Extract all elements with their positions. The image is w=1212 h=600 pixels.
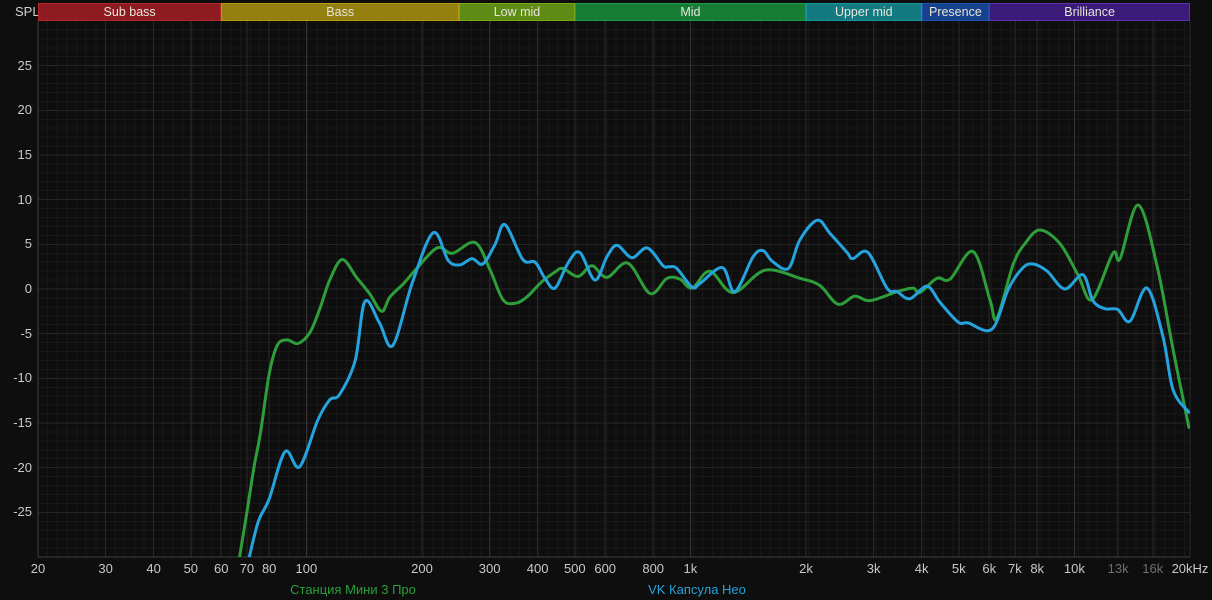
band-upper-mid: Upper mid bbox=[806, 3, 922, 21]
x-tick-label: 13k bbox=[1107, 561, 1129, 576]
plot-area[interactable] bbox=[0, 0, 1212, 600]
x-tick-label: 50 bbox=[183, 561, 199, 576]
x-tick-label: 500 bbox=[563, 561, 586, 576]
band-presence: Presence bbox=[921, 3, 990, 21]
x-tick-label: 300 bbox=[478, 561, 501, 576]
x-tick-label: 20 bbox=[30, 561, 46, 576]
x-tick-label: 30 bbox=[98, 561, 113, 576]
x-tick-label: 1k bbox=[683, 561, 698, 576]
x-tick-label: 8k bbox=[1030, 561, 1045, 576]
y-tick-label: 15 bbox=[17, 147, 32, 162]
x-tick-label: 2k bbox=[799, 561, 813, 576]
legend-item-stantsiya-mini-3-pro[interactable]: Станция Мини 3 Про bbox=[290, 582, 416, 597]
y-tick-label: -15 bbox=[13, 415, 32, 430]
x-tick-label: 400 bbox=[526, 561, 549, 576]
y-tick-label: -25 bbox=[13, 504, 32, 520]
band-low-mid: Low mid bbox=[459, 3, 575, 21]
band-bass: Bass bbox=[221, 3, 460, 21]
y-tick-label: -5 bbox=[20, 325, 32, 341]
band-sub-bass: Sub bass bbox=[38, 3, 222, 21]
x-tick-label: 3k bbox=[866, 561, 881, 576]
x-tick-label: 4k bbox=[914, 561, 929, 576]
x-tick-label: 40 bbox=[146, 561, 161, 576]
y-tick-label: -20 bbox=[13, 459, 32, 475]
x-tick-label: 10k bbox=[1063, 561, 1085, 576]
legend-item-vk-kapsula-neo[interactable]: VK Капсула Нео bbox=[648, 582, 746, 597]
band-mid: Mid bbox=[574, 3, 806, 21]
x-tick-label: 60 bbox=[213, 561, 229, 576]
frequency-response-chart: SPL Sub bass Bass Low mid Mid Upper mid Prese… bbox=[0, 0, 1212, 600]
x-tick-label: 20kHz bbox=[1171, 561, 1209, 576]
x-tick-label: 7k bbox=[1008, 561, 1022, 576]
x-tick-label: 200 bbox=[411, 561, 433, 576]
band-brilliance: Brilliance bbox=[989, 3, 1190, 21]
y-tick-label: 25 bbox=[17, 57, 32, 73]
x-tick-label: 70 bbox=[239, 561, 255, 576]
x-tick-label: 80 bbox=[261, 561, 277, 576]
y-tick-label: 0 bbox=[24, 281, 32, 296]
y-tick-label: 5 bbox=[24, 236, 32, 252]
series-line-stantsiya-mini-3-pro bbox=[238, 203, 1190, 557]
x-tick-label: 100 bbox=[295, 561, 318, 576]
x-tick-label: 5k bbox=[951, 561, 966, 576]
x-tick-label: 600 bbox=[594, 561, 617, 576]
x-tick-label: 16k bbox=[1142, 561, 1164, 576]
x-tick-label: 800 bbox=[642, 561, 665, 576]
x-tick-label: 6k bbox=[982, 561, 997, 576]
y-tick-label: 20 bbox=[17, 102, 32, 118]
y-tick-label: 10 bbox=[17, 191, 32, 207]
y-tick-label: -10 bbox=[13, 370, 32, 386]
